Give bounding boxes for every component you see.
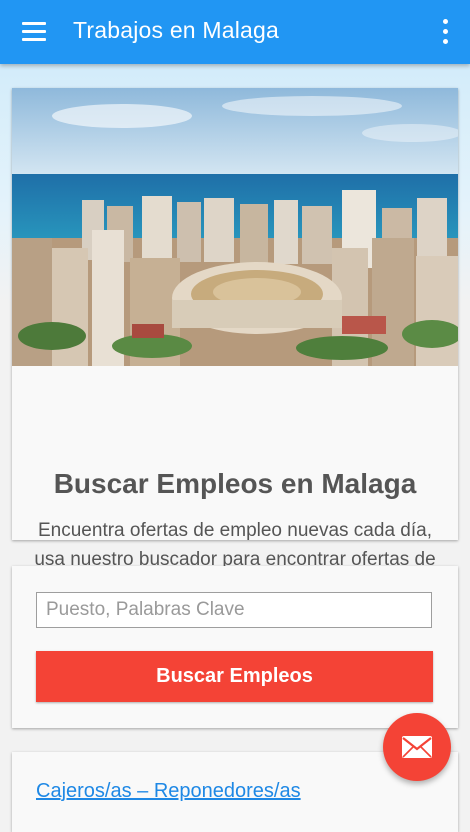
search-card: Buscar Empleos — [12, 566, 458, 728]
malaga-city-photo — [12, 88, 458, 366]
hero-card: Buscar Empleos en Malaga Encuentra ofert… — [12, 88, 458, 599]
mail-icon — [402, 736, 432, 758]
app-bar: Trabajos en Malaga — [0, 0, 470, 64]
mail-fab-button[interactable] — [383, 713, 451, 781]
app-title: Trabajos en Malaga — [73, 17, 280, 43]
more-vert-icon[interactable] — [436, 16, 456, 48]
keyword-search-input[interactable] — [36, 592, 432, 628]
search-jobs-button[interactable]: Buscar Empleos — [36, 651, 433, 702]
hamburger-menu-icon[interactable] — [14, 16, 54, 48]
hero-title: Buscar Empleos en Malaga — [53, 468, 417, 499]
